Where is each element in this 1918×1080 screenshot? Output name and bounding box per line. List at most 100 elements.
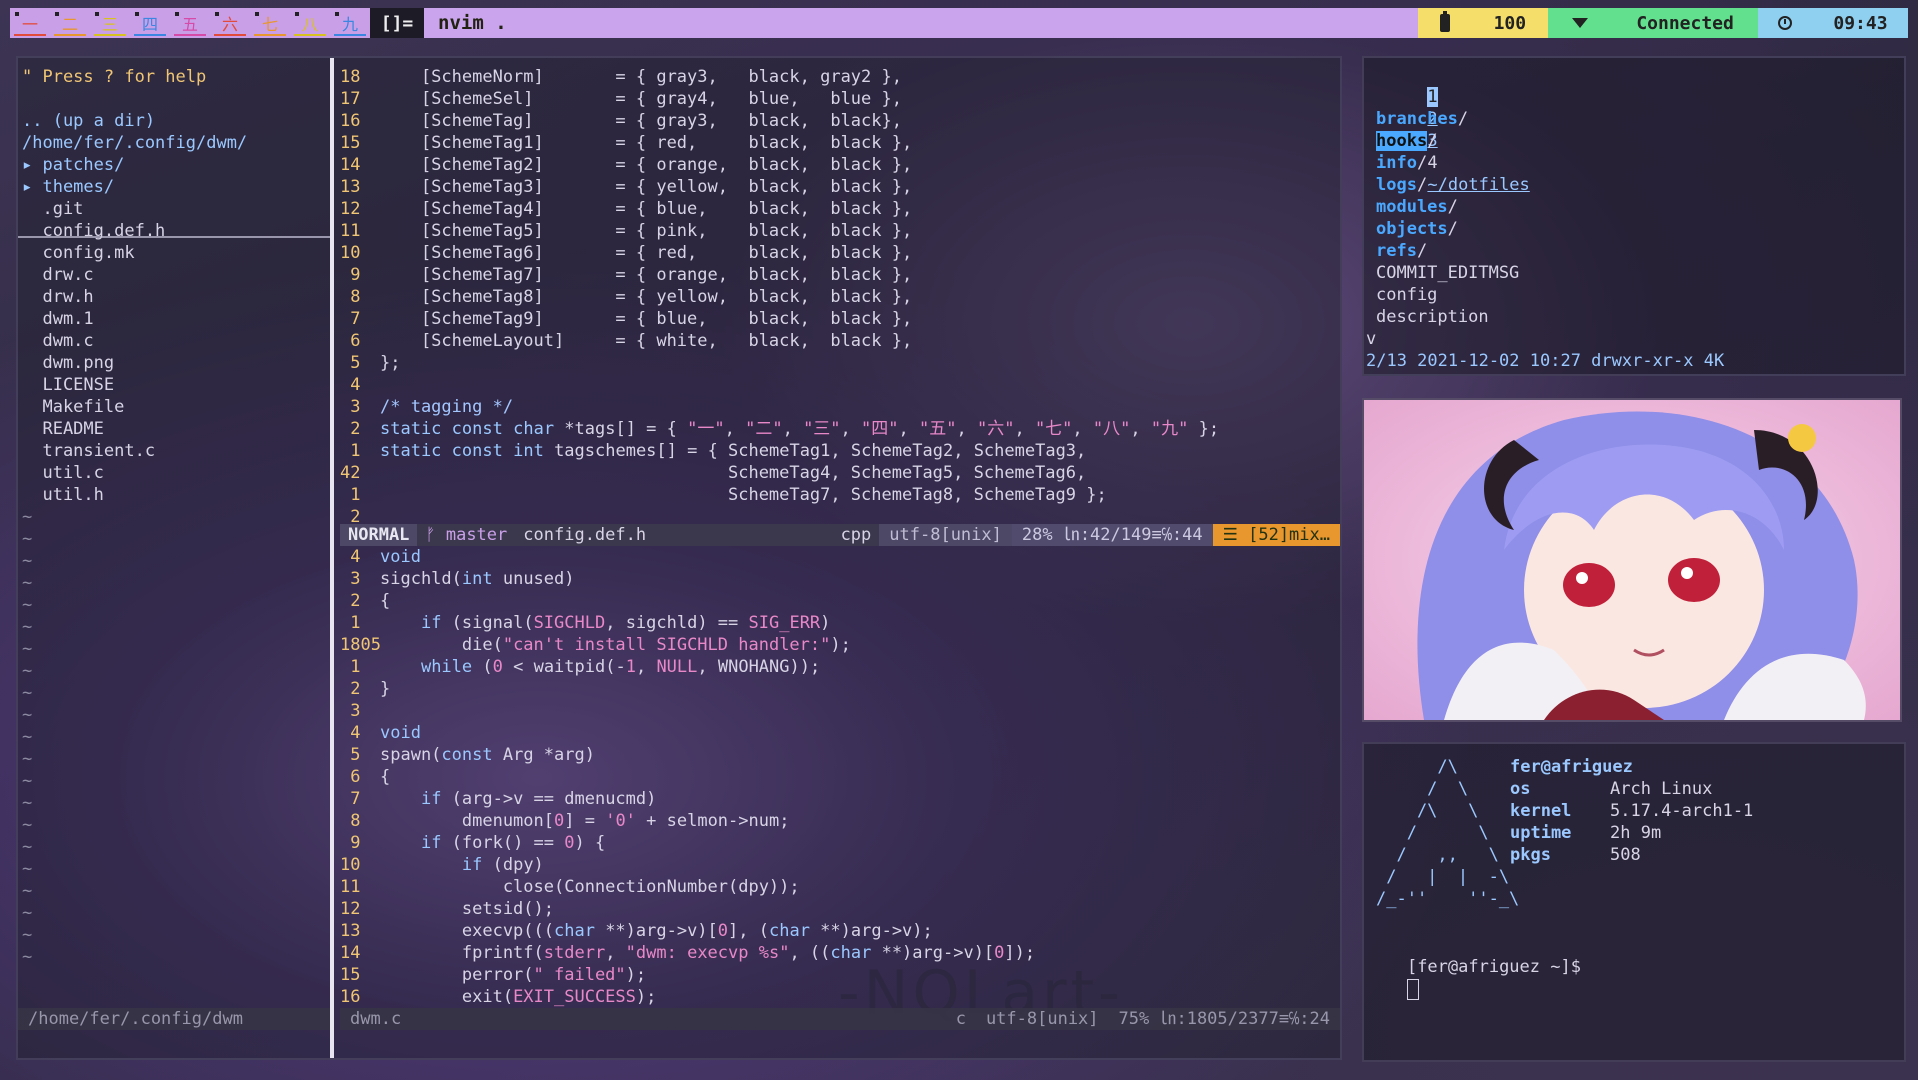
code-text: [SchemeTag3] = { yellow, black, black },	[380, 177, 913, 197]
tree-file[interactable]: config.def.h	[22, 220, 247, 242]
text-cursor	[1406, 978, 1419, 1000]
tag-5[interactable]: 五	[170, 8, 210, 38]
line-number: 16	[340, 111, 361, 131]
ranger-dir[interactable]: hooks/	[1376, 130, 1724, 152]
ranger-path: ~/dotfiles	[1427, 175, 1530, 195]
empty-line-marker: ~	[22, 727, 33, 747]
line-number: 1	[340, 441, 361, 461]
tag-6[interactable]: 六	[210, 8, 250, 38]
tree-folder[interactable]: ▸ themes/	[22, 176, 247, 198]
tree-folder[interactable]: ▸ patches/	[22, 154, 247, 176]
code-line: 12 [SchemeTag4] = { blue, black, black }…	[340, 198, 1340, 220]
tree-file[interactable]: drw.c	[22, 264, 247, 286]
fetch-value: 5.17.4-arch1-1	[1610, 801, 1754, 821]
tag-7[interactable]: 七	[250, 8, 290, 38]
code-line: 13 [SchemeTag3] = { yellow, black, black…	[340, 176, 1340, 198]
terminal-window[interactable]: /\ / \ /\ \ / \ / ,, \ / | | -\/_-'' ''-…	[1362, 742, 1906, 1062]
code-text: [SchemeTag7] = { orange, black, black },	[380, 265, 913, 285]
tag-9[interactable]: 九	[330, 8, 370, 38]
tree-file[interactable]: util.h	[22, 484, 247, 506]
line-number: 7	[340, 789, 361, 809]
ranger-dir-name: branches	[1376, 109, 1458, 129]
ranger-tab-4[interactable]: 4	[1427, 153, 1437, 173]
ranger-dir[interactable]: branches/	[1376, 108, 1724, 130]
empty-line-marker: ~	[22, 793, 33, 813]
tag-8[interactable]: 八	[290, 8, 330, 38]
file-tree[interactable]: " Press ? for help .. (up a dir) /home/f…	[18, 58, 334, 1058]
battery-icon	[1439, 11, 1450, 32]
code-line: 1 if (signal(SIGCHLD, sigchld) == SIG_ER…	[340, 612, 1340, 634]
ranger-dir[interactable]: refs/	[1376, 240, 1724, 262]
code-text: SchemeTag7, SchemeTag8, SchemeTag9 };	[380, 485, 1107, 505]
fetch-key: pkgs	[1510, 845, 1551, 865]
tag-underline	[254, 34, 286, 36]
line-number: 2	[340, 679, 361, 699]
empty-line-marker: ~	[22, 749, 33, 769]
tag-indicator	[255, 12, 259, 16]
tree-file[interactable]: drw.h	[22, 286, 247, 308]
tree-file[interactable]: README	[22, 418, 247, 440]
clock-icon	[1778, 16, 1793, 30]
empty-line-marker: ~	[22, 617, 33, 637]
tree-file[interactable]: dwm.1	[22, 308, 247, 330]
ranger-file[interactable]: description	[1376, 306, 1724, 328]
arch-logo: /\ / \ /\ \ / \ / ,, \ / | | -\/_-'' ''-…	[1376, 756, 1519, 910]
code-text: {	[380, 767, 391, 787]
ranger-tab-1[interactable]: 1	[1427, 87, 1438, 107]
line-number: 11	[340, 221, 361, 241]
statusline-encoding: utf-8[unix]	[985, 1009, 1099, 1029]
tree-file[interactable]: util.c	[22, 462, 247, 484]
ranger-window[interactable]: 1 2 3 4 ~/dotfiles branches/hooks/info/l…	[1362, 56, 1906, 376]
tag-indicator	[335, 12, 339, 16]
ranger-file[interactable]: COMMIT_EDITMSG	[1376, 262, 1724, 284]
tree-up-dir[interactable]: .. (up a dir)	[22, 110, 247, 132]
empty-line-marker: ~	[22, 551, 33, 571]
editor-buffer-dwm[interactable]: 4 void 3 sigchld(int unused) 2{ 1 if (sign…	[340, 546, 1340, 1008]
tag-indicator	[55, 12, 59, 16]
tag-underline	[294, 34, 326, 36]
tag-4[interactable]: 四	[130, 8, 170, 38]
tree-file[interactable]: transient.c	[22, 440, 247, 462]
ranger-dir[interactable]: modules/	[1376, 196, 1724, 218]
tree-file[interactable]: dwm.png	[22, 352, 247, 374]
ranger-dir-slash: /	[1416, 175, 1428, 195]
editor-buffer-config[interactable]: 18 [SchemeNorm] = { gray3, black, gray2 …	[340, 66, 1340, 528]
tree-file[interactable]: .git	[22, 198, 247, 220]
ranger-dir-slash: /	[1447, 197, 1458, 217]
ranger-dir-slash: /	[1416, 153, 1428, 173]
tree-file[interactable]: dwm.c	[22, 330, 247, 352]
tag-2[interactable]: 二	[50, 8, 90, 38]
code-line: 16 [SchemeTag] = { gray3, black, black},	[340, 110, 1340, 132]
nvim-window[interactable]: " Press ? for help .. (up a dir) /home/f…	[16, 56, 1342, 1060]
code-text: };	[380, 353, 401, 373]
tag-1[interactable]: 一	[10, 8, 50, 38]
code-text: if (dpy)	[461, 855, 544, 875]
ranger-dir[interactable]: objects/	[1376, 218, 1724, 240]
layout-indicator[interactable]: []=	[370, 8, 424, 38]
clock-widget: 09:43	[1758, 8, 1908, 38]
code-line: 14 [SchemeTag2] = { orange, black, black…	[340, 154, 1340, 176]
code-line: 2}	[340, 678, 1340, 700]
fetch-value: 2h 9m	[1610, 823, 1662, 843]
line-number: 3	[340, 569, 361, 589]
network-widget: Connected	[1548, 8, 1758, 38]
tree-file[interactable]: LICENSE	[22, 374, 247, 396]
code-text: close(ConnectionNumber(dpy));	[380, 877, 800, 897]
network-status: Connected	[1636, 12, 1734, 34]
fetch-user: fer@afriguez	[1510, 757, 1633, 777]
ranger-dir-slash: /	[1447, 219, 1458, 239]
file-tree-list: " Press ? for help .. (up a dir) /home/f…	[22, 66, 247, 968]
tag-underline	[14, 34, 46, 36]
code-text: dmenumon[0] = '0' + selmon->num;	[380, 811, 790, 831]
tree-file[interactable]: Makefile	[22, 396, 247, 418]
fetch-row: os Arch Linux	[1510, 778, 1753, 800]
empty-line-marker: ~	[22, 881, 33, 901]
ranger-dir-slash: /	[1416, 241, 1428, 261]
tree-file[interactable]: config.mk	[22, 242, 247, 264]
ranger-dir-name: refs	[1376, 241, 1417, 261]
tag-3[interactable]: 三	[90, 8, 130, 38]
shell-prompt[interactable]: [fer@afriguez ~]$	[1366, 934, 1581, 1000]
code-text: spawn(const Arg *arg)	[380, 745, 595, 765]
code-text: [SchemeTag9] = { blue, black, black },	[380, 309, 913, 329]
ranger-file[interactable]: config	[1376, 284, 1724, 306]
